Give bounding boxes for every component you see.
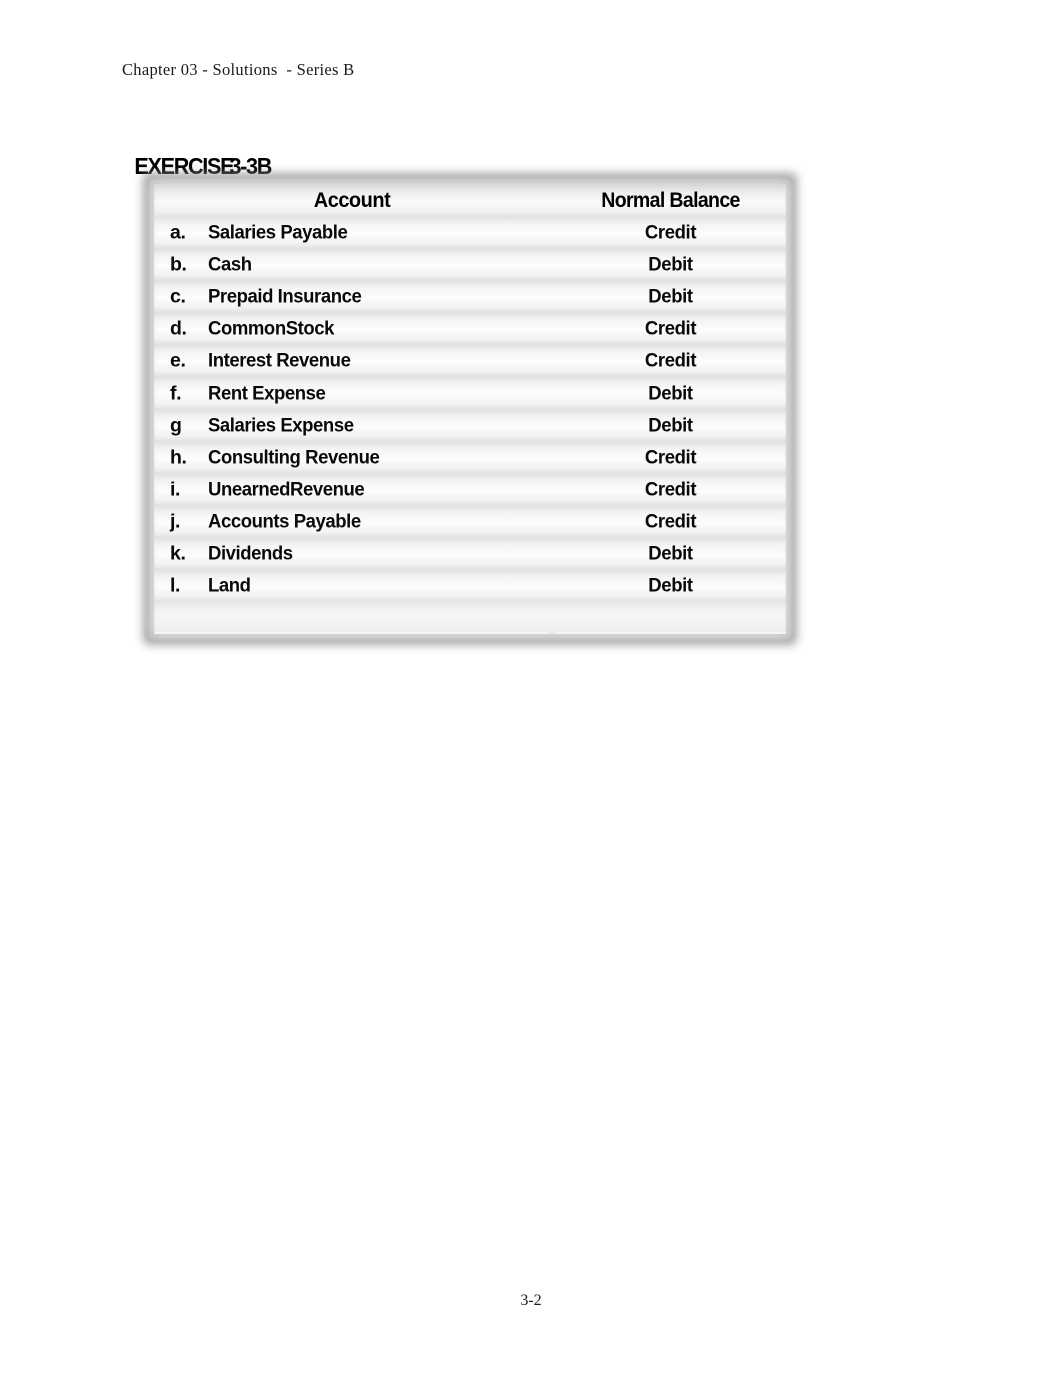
row-normal-balance: Debit	[648, 574, 693, 597]
row-letter: f.	[170, 382, 182, 405]
row-account-name: UnearnedRevenue	[208, 478, 365, 501]
page-title: EXERCISE3-3B	[125, 126, 272, 180]
row-account-name: Land	[208, 574, 251, 597]
row-letter: h.	[170, 446, 187, 469]
table-row: a. Salaries Payable Credit	[154, 217, 786, 250]
table-trailing-space	[154, 602, 786, 633]
table-row: i. UnearnedRevenue Credit	[154, 473, 786, 506]
table-row: f. Rent Expense Debit	[154, 377, 786, 410]
table-row: k. Dividends Debit	[154, 537, 786, 571]
account-balance-table: Account Normal Balance a. Salaries Payab…	[148, 178, 792, 640]
row-normal-balance: Credit	[644, 349, 697, 372]
row-normal-balance: Debit	[648, 382, 693, 405]
table-row: g Salaries Expense Debit	[154, 409, 786, 442]
row-account-name: CommonStock	[208, 317, 335, 340]
table-header-row: Account Normal Balance	[154, 184, 786, 217]
row-letter: j.	[170, 510, 181, 533]
row-letter: c.	[170, 285, 186, 308]
row-account-name: Consulting Revenue	[208, 446, 380, 469]
table-row: l. Land Debit	[154, 570, 786, 603]
row-account-name: Salaries Expense	[208, 414, 354, 437]
row-normal-balance: Credit	[644, 510, 697, 533]
exercise-label: EXERCISE	[134, 153, 234, 179]
row-account-name: Dividends	[208, 542, 293, 565]
row-normal-balance: Debit	[648, 414, 693, 437]
column-header-account: Account	[313, 188, 391, 212]
row-letter: l.	[170, 574, 181, 597]
row-letter: a.	[170, 221, 186, 244]
row-account-name: Cash	[208, 253, 252, 276]
row-account-name: Interest Revenue	[208, 349, 351, 372]
row-normal-balance: Debit	[648, 285, 693, 308]
row-account-name: Salaries Payable	[208, 221, 348, 244]
page-number: 3-2	[520, 1292, 542, 1309]
row-normal-balance: Debit	[648, 253, 693, 276]
row-letter: e.	[170, 349, 186, 372]
row-normal-balance: Credit	[644, 446, 697, 469]
row-letter: d.	[170, 317, 187, 340]
row-normal-balance: Credit	[644, 221, 697, 244]
row-account-name: Prepaid Insurance	[208, 285, 362, 308]
column-header-normal-balance: Normal Balance	[601, 188, 740, 212]
row-letter: i.	[170, 478, 181, 501]
running-header: Chapter 03 - Solutions - Series B	[122, 60, 355, 79]
row-letter: k.	[170, 542, 186, 565]
row-letter: g	[170, 414, 182, 437]
table-row: d. CommonStock Credit	[154, 313, 786, 346]
table-row: c. Prepaid Insurance Debit	[154, 281, 786, 314]
row-normal-balance: Credit	[644, 317, 697, 340]
row-account-name: Accounts Payable	[208, 510, 361, 533]
row-account-name: Rent Expense	[208, 382, 326, 405]
table-row: e. Interest Revenue Credit	[154, 345, 786, 378]
table-row: b. Cash Debit	[154, 249, 786, 282]
exercise-number: 3-3B	[229, 153, 272, 179]
table-row: h. Consulting Revenue Credit	[154, 441, 786, 474]
row-normal-balance: Credit	[644, 478, 697, 501]
row-letter: b.	[170, 253, 187, 276]
row-normal-balance: Debit	[648, 542, 693, 565]
table-body: Account Normal Balance a. Salaries Payab…	[154, 184, 786, 634]
table-row: j. Accounts Payable Credit	[154, 505, 786, 538]
